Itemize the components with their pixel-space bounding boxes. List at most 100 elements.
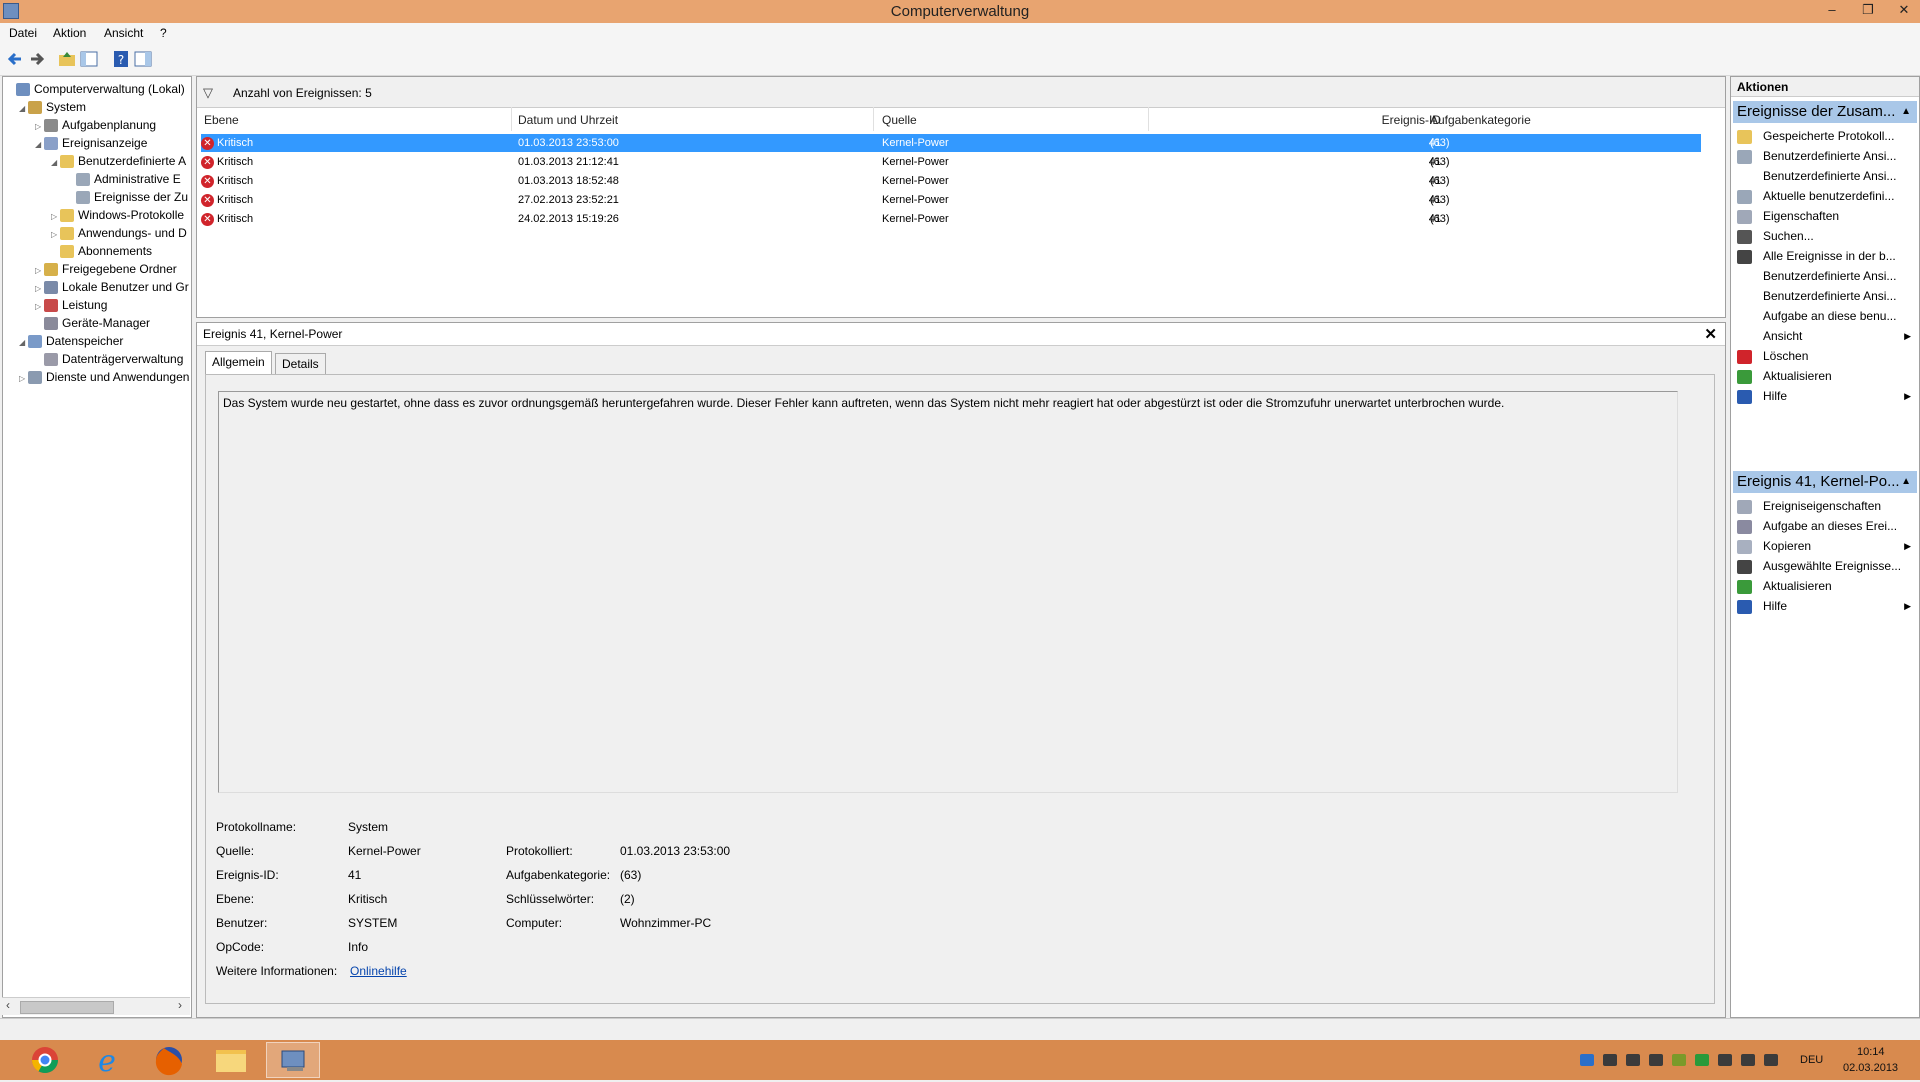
column-header-level[interactable]: Ebene (204, 113, 239, 127)
tray-icon-3[interactable] (1626, 1054, 1640, 1066)
tree-item[interactable]: ◢ Datenspeicher (19, 332, 123, 350)
action-item[interactable]: Gespeicherte Protokoll... (1737, 126, 1915, 146)
up-folder-icon[interactable] (57, 49, 77, 69)
show-hide-action-pane-icon[interactable] (133, 49, 153, 69)
expander-icon[interactable]: ◢ (19, 100, 28, 118)
column-header-date[interactable]: Datum und Uhrzeit (518, 113, 618, 127)
volume-icon[interactable] (1764, 1054, 1778, 1066)
action-item[interactable]: Ansicht ▶ (1737, 326, 1915, 346)
clock-time[interactable]: 10:14 (1857, 1046, 1885, 1058)
restore-button[interactable]: ❐ (1853, 0, 1883, 20)
action-item[interactable]: Ausgewählte Ereignisse... (1737, 556, 1915, 576)
tray-icon-5[interactable] (1672, 1054, 1686, 1066)
submenu-arrow-icon: ▶ (1904, 601, 1911, 611)
help-icon[interactable]: ? (111, 49, 131, 69)
tree-item[interactable]: ▷ Leistung (35, 296, 107, 314)
column-header-task-category[interactable]: Aufgabenkategorie (1430, 113, 1531, 127)
firefox-icon[interactable] (142, 1042, 196, 1078)
action-item[interactable]: Aktualisieren (1737, 576, 1915, 596)
tree-horizontal-scrollbar[interactable]: ‹ › (2, 997, 190, 1015)
internet-explorer-icon[interactable]: e (80, 1042, 134, 1079)
action-item[interactable]: Aufgabe an dieses Erei... (1737, 516, 1915, 536)
forward-arrow-icon[interactable] (27, 49, 47, 69)
file-explorer-icon[interactable] (204, 1042, 258, 1078)
action-item[interactable]: Alle Ereignisse in der b... (1737, 246, 1915, 266)
tree-item[interactable]: ◢ Benutzerdefinierte A (51, 152, 186, 170)
action-item[interactable]: Hilfe ▶ (1737, 386, 1915, 406)
services-icon (28, 371, 42, 385)
menu-ansicht[interactable]: Ansicht (104, 26, 143, 40)
tree-item[interactable]: ▷ Windows-Protokolle (51, 206, 184, 224)
close-button[interactable]: ✕ (1889, 0, 1919, 20)
tree-item[interactable]: Geräte-Manager (35, 314, 150, 332)
tab-details[interactable]: Details (275, 353, 326, 374)
language-indicator[interactable]: DEU (1800, 1054, 1823, 1066)
tree-item[interactable]: Administrative E (67, 170, 181, 188)
column-header-event-id[interactable]: Ereignis-ID (1361, 113, 1441, 127)
event-row[interactable]: ✕ Kritisch 01.03.2013 21:12:41 Kernel-Power… (201, 153, 1701, 171)
action-item[interactable]: Benutzerdefinierte Ansi... (1737, 146, 1915, 166)
action-item[interactable]: Ereigniseigenschaften (1737, 496, 1915, 516)
tree-item[interactable]: Computerverwaltung (Lokal) (7, 80, 185, 98)
actions-section-custom-view[interactable]: Ereignisse der Zusam... ▲ (1733, 101, 1917, 123)
action-item[interactable]: Benutzerdefinierte Ansi... (1737, 266, 1915, 286)
event-row[interactable]: ✕ Kritisch 01.03.2013 23:53:00 Kernel-Power… (201, 134, 1701, 152)
tree-item[interactable]: ◢ System (19, 98, 86, 116)
tray-icon-6[interactable] (1695, 1054, 1709, 1066)
network-icon[interactable] (1741, 1054, 1755, 1066)
tree-item[interactable]: Datenträgerverwaltung (35, 350, 183, 368)
back-arrow-icon[interactable] (5, 49, 25, 69)
event-description-box[interactable]: Das System wurde neu gestartet, ohne das… (218, 391, 1678, 793)
tree-item[interactable]: ▷ Dienste und Anwendungen (19, 368, 189, 386)
expander-icon[interactable]: ◢ (35, 136, 44, 154)
computer-management-icon[interactable] (266, 1042, 320, 1078)
tray-icon-2[interactable] (1603, 1054, 1617, 1066)
delete-icon (1737, 349, 1752, 364)
collapse-icon[interactable]: ▲ (1901, 471, 1911, 493)
event-row[interactable]: ✕ Kritisch 01.03.2013 18:52:48 Kernel-Power… (201, 172, 1701, 190)
column-header-source[interactable]: Quelle (882, 113, 917, 127)
tree-item[interactable]: ▷ Lokale Benutzer und Gr (35, 278, 189, 296)
action-item[interactable]: Hilfe ▶ (1737, 596, 1915, 616)
menu-datei[interactable]: Datei (9, 26, 37, 40)
expander-icon[interactable]: ▷ (19, 370, 28, 388)
action-item[interactable]: Aufgabe an diese benu... (1737, 306, 1915, 326)
event-row[interactable]: ✕ Kritisch 24.02.2013 15:19:26 Kernel-Power… (201, 210, 1701, 228)
clock-date[interactable]: 02.03.2013 (1843, 1062, 1898, 1074)
title-bar: Computerverwaltung – ❐ ✕ (0, 0, 1920, 23)
subscriptions-icon (60, 245, 74, 259)
menu-help[interactable]: ? (160, 26, 167, 40)
minimize-button[interactable]: – (1817, 0, 1847, 20)
tray-icon-1[interactable] (1580, 1054, 1594, 1066)
show-hide-tree-icon[interactable] (79, 49, 99, 69)
scroll-left-icon[interactable]: ‹ (6, 998, 10, 1012)
tree-item[interactable]: Ereignisse der Zu (67, 188, 188, 206)
action-item[interactable]: Löschen (1737, 346, 1915, 366)
expander-icon[interactable]: ◢ (19, 334, 28, 352)
action-item[interactable]: Suchen... (1737, 226, 1915, 246)
action-item[interactable]: Aktuelle benutzerdefini... (1737, 186, 1915, 206)
tree-item[interactable]: ▷ Freigegebene Ordner (35, 260, 177, 278)
scroll-right-icon[interactable]: › (178, 998, 182, 1012)
action-item[interactable]: Eigenschaften (1737, 206, 1915, 226)
chrome-icon[interactable] (18, 1042, 72, 1078)
actions-section-event[interactable]: Ereignis 41, Kernel-Po... ▲ (1733, 471, 1917, 493)
action-item[interactable]: Aktualisieren (1737, 366, 1915, 386)
action-center-icon[interactable] (1718, 1054, 1732, 1066)
scrollbar-thumb[interactable] (20, 1001, 114, 1014)
tree-item[interactable]: ◢ Ereignisanzeige (35, 134, 147, 152)
action-item[interactable]: Kopieren ▶ (1737, 536, 1915, 556)
tree-item[interactable]: Abonnements (51, 242, 152, 260)
tab-allgemein[interactable]: Allgemein (205, 351, 272, 374)
expander-icon[interactable]: ◢ (51, 154, 60, 172)
collapse-icon[interactable]: ▲ (1901, 101, 1911, 123)
tree-item[interactable]: ▷ Anwendungs- und D (51, 224, 187, 242)
event-row[interactable]: ✕ Kritisch 27.02.2013 23:52:21 Kernel-Power… (201, 191, 1701, 209)
tray-icon-4[interactable] (1649, 1054, 1663, 1066)
menu-aktion[interactable]: Aktion (53, 26, 86, 40)
action-item[interactable]: Benutzerdefinierte Ansi... (1737, 286, 1915, 306)
online-help-link[interactable]: Onlinehilfe (350, 964, 407, 978)
action-item[interactable]: Benutzerdefinierte Ansi... (1737, 166, 1915, 186)
close-icon[interactable]: ✕ (1704, 325, 1717, 343)
tree-item[interactable]: ▷ Aufgabenplanung (35, 116, 156, 134)
